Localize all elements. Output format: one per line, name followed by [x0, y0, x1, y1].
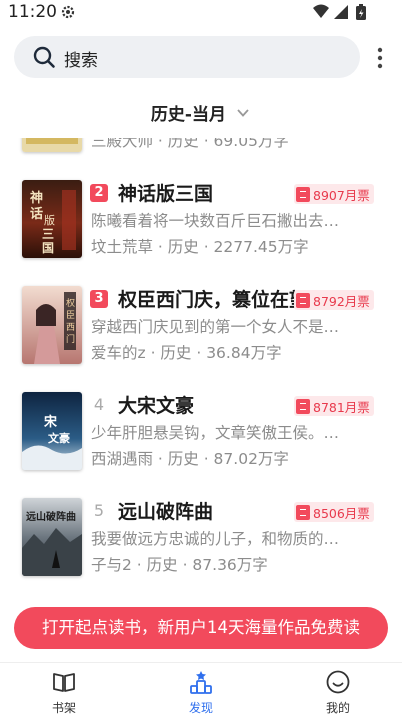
book-meta: 坟土荒草 · 历史 · 2277.45万字	[91, 238, 309, 256]
settings-gear-icon	[61, 5, 75, 19]
book-cover: 权 臣 西 门	[22, 286, 82, 364]
ticket-count: 8792月票	[313, 293, 370, 309]
rank-badge: 3	[90, 290, 108, 308]
monthly-ticket-badge: 8907月票	[294, 184, 374, 204]
svg-text:国: 国	[42, 241, 54, 255]
list-fade	[0, 580, 402, 600]
book-item[interactable]: 三殿大帅 · 历史 · 69.05万字	[0, 138, 402, 172]
rank-number: 4	[93, 395, 105, 414]
book-meta: 三殿大帅 · 历史 · 69.05万字	[91, 138, 289, 150]
ticket-count: 8781月票	[313, 399, 370, 415]
bottom-tab-bar: 书架 发现 我的	[0, 662, 402, 720]
svg-text:西: 西	[66, 322, 75, 333]
search-label: 搜索	[64, 51, 98, 71]
book-description: 陈曦看着将一块数百斤巨石撇出去…	[91, 212, 340, 230]
svg-text:臣: 臣	[66, 310, 75, 321]
book-cover	[22, 138, 82, 152]
book-description: 我要做远方忠诚的儿子，和物质的…	[91, 530, 340, 548]
book-description: 穿越西门庆见到的第一个女人不是…	[91, 318, 340, 336]
smiley-icon	[326, 670, 350, 694]
ticket-icon	[296, 398, 310, 414]
more-vertical-icon[interactable]	[372, 45, 388, 71]
svg-text:文豪: 文豪	[48, 431, 70, 445]
tab-bookshelf[interactable]: 书架	[24, 669, 104, 716]
tab-label: 书架	[51, 701, 76, 715]
rank-number: 5	[93, 501, 105, 520]
status-time: 11:20	[8, 2, 57, 22]
cover-title: 神	[30, 190, 43, 206]
book-title: 权臣西门庆，篡位在望	[118, 289, 296, 311]
ticket-icon	[296, 504, 310, 520]
book-meta: 子与2 · 历史 · 87.36万字	[91, 556, 268, 574]
ticket-count: 8907月票	[313, 187, 370, 203]
ticket-icon	[296, 292, 310, 308]
book-cover: 神 话 版 三 国	[22, 180, 82, 258]
svg-text:远山破阵曲: 远山破阵曲	[26, 510, 76, 523]
book-description: 少年肝胆悬吴钩，文章笑傲王侯。…	[91, 424, 340, 442]
search-icon	[33, 46, 55, 68]
tab-label: 我的	[325, 701, 350, 715]
chevron-down-icon	[237, 108, 249, 117]
search-row: 搜索	[0, 36, 402, 80]
ranking-list: 三殿大帅 · 历史 · 69.05万字 神 话 版 三 国 2 神话版三国 89…	[0, 138, 402, 596]
status-indicators	[313, 4, 366, 20]
book-title: 大宋文豪	[118, 395, 195, 417]
monthly-ticket-badge: 8506月票	[294, 502, 374, 522]
ticket-icon	[296, 186, 310, 202]
book-item[interactable]: 权 臣 西 门 3 权臣西门庆，篡位在望 8792月票 穿越西门庆见到的第一个女…	[0, 278, 402, 384]
open-app-promo-button[interactable]: 打开起点读书，新用户14天海量作品免费读	[14, 607, 388, 649]
book-title: 远山破阵曲	[118, 501, 214, 523]
rank-badge: 2	[90, 184, 108, 202]
svg-text:门: 门	[66, 333, 75, 345]
filter-label: 历史-当月	[150, 105, 226, 125]
wifi-icon	[313, 4, 329, 18]
ticket-count: 8506月票	[313, 505, 370, 521]
book-icon	[53, 673, 75, 692]
svg-text:权: 权	[66, 297, 75, 309]
monthly-ticket-badge: 8781月票	[294, 396, 374, 416]
svg-text:版: 版	[44, 213, 55, 227]
discover-icon	[190, 671, 212, 694]
status-bar: 11:20	[0, 0, 402, 26]
book-cover: 宋 文豪	[22, 392, 82, 470]
book-cover: 远山破阵曲	[22, 498, 82, 576]
tab-me[interactable]: 我的	[298, 669, 378, 716]
book-meta: 西湖遇雨 · 历史 · 87.02万字	[91, 450, 289, 468]
svg-text:三: 三	[42, 227, 54, 241]
book-item[interactable]: 神 话 版 三 国 2 神话版三国 8907月票 陈曦看着将一块数百斤巨石撇出去…	[0, 172, 402, 278]
svg-text:宋: 宋	[43, 414, 58, 430]
ranking-filter-dropdown[interactable]: 历史-当月	[0, 100, 402, 130]
tab-discover[interactable]: 发现	[161, 669, 241, 716]
book-meta: 爱车的z · 历史 · 36.84万字	[91, 344, 282, 362]
signal-icon	[334, 5, 348, 19]
svg-text:话: 话	[30, 206, 43, 222]
book-item[interactable]: 宋 文豪 4 大宋文豪 8781月票 少年肝胆悬吴钩，文章笑傲王侯。… 西湖遇雨…	[0, 384, 402, 490]
search-bar[interactable]: 搜索	[14, 36, 360, 78]
monthly-ticket-badge: 8792月票	[294, 290, 374, 310]
battery-icon	[356, 4, 366, 20]
book-title: 神话版三国	[118, 183, 214, 205]
tab-label: 发现	[188, 701, 213, 715]
